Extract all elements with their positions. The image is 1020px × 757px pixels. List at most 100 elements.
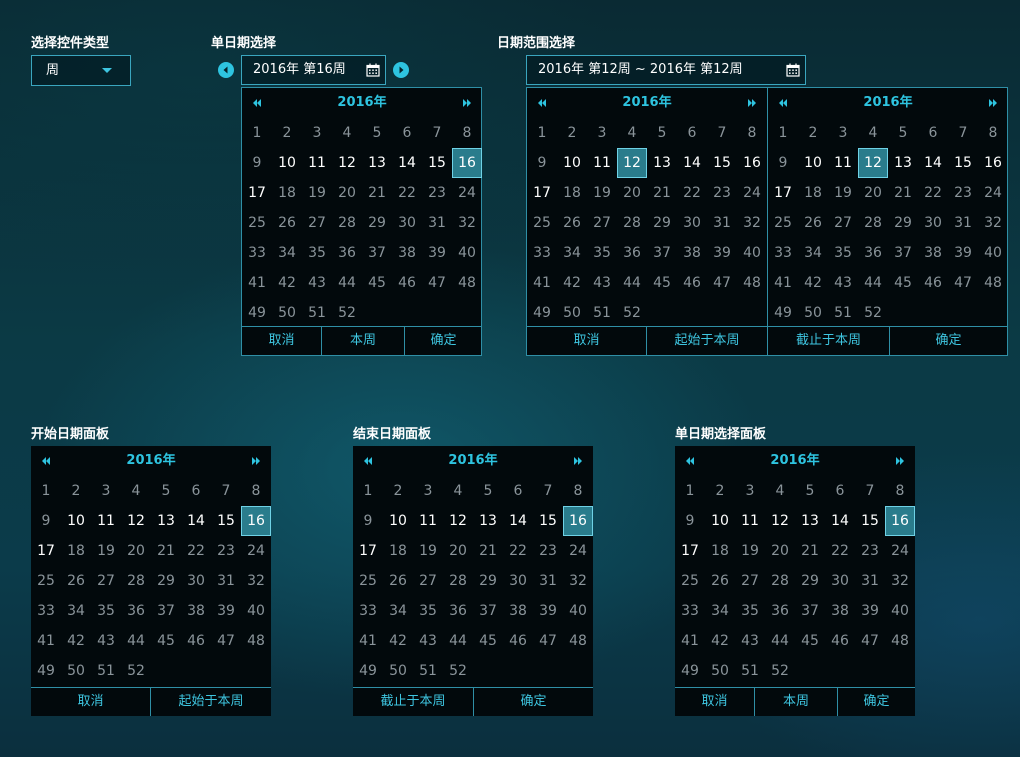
week-cell[interactable]: 13 bbox=[151, 506, 181, 536]
week-cell[interactable]: 42 bbox=[272, 268, 302, 298]
week-cell[interactable]: 33 bbox=[31, 596, 61, 626]
selected-week-cell[interactable]: 16 bbox=[241, 506, 271, 536]
week-cell[interactable]: 45 bbox=[795, 626, 825, 656]
week-cell[interactable]: 9 bbox=[527, 148, 557, 178]
week-cell[interactable]: 46 bbox=[918, 268, 948, 298]
week-cell[interactable]: 43 bbox=[91, 626, 121, 656]
week-cell[interactable]: 46 bbox=[503, 626, 533, 656]
week-cell[interactable]: 44 bbox=[443, 626, 473, 656]
week-cell[interactable]: 11 bbox=[735, 506, 765, 536]
week-cell[interactable]: 19 bbox=[735, 536, 765, 566]
week-cell[interactable]: 29 bbox=[795, 566, 825, 596]
week-cell[interactable]: 17 bbox=[353, 536, 383, 566]
week-cell[interactable]: 48 bbox=[885, 626, 915, 656]
week-cell[interactable]: 3 bbox=[587, 118, 617, 148]
cancel-button[interactable]: 取消 bbox=[31, 688, 150, 716]
week-cell[interactable]: 47 bbox=[707, 268, 737, 298]
week-cell[interactable]: 30 bbox=[825, 566, 855, 596]
week-cell[interactable]: 36 bbox=[858, 238, 888, 268]
week-cell[interactable]: 42 bbox=[557, 268, 587, 298]
end-this-week-button[interactable]: 截止于本周 bbox=[768, 327, 889, 355]
selected-week-cell[interactable]: 12 bbox=[858, 148, 888, 178]
week-cell[interactable]: 27 bbox=[587, 208, 617, 238]
week-cell[interactable]: 44 bbox=[332, 268, 362, 298]
week-cell[interactable]: 1 bbox=[527, 118, 557, 148]
week-cell[interactable]: 15 bbox=[948, 148, 978, 178]
week-cell[interactable]: 1 bbox=[675, 476, 705, 506]
week-cell[interactable]: 47 bbox=[855, 626, 885, 656]
week-cell[interactable]: 44 bbox=[858, 268, 888, 298]
week-cell[interactable]: 43 bbox=[735, 626, 765, 656]
week-cell[interactable]: 35 bbox=[302, 238, 332, 268]
week-cell[interactable]: 28 bbox=[858, 208, 888, 238]
week-cell[interactable]: 13 bbox=[473, 506, 503, 536]
week-cell[interactable]: 49 bbox=[768, 298, 798, 328]
week-cell[interactable]: 2 bbox=[383, 476, 413, 506]
week-cell[interactable]: 14 bbox=[503, 506, 533, 536]
week-cell[interactable]: 9 bbox=[768, 148, 798, 178]
week-cell[interactable]: 52 bbox=[443, 656, 473, 686]
week-cell[interactable]: 7 bbox=[707, 118, 737, 148]
week-cell[interactable]: 8 bbox=[241, 476, 271, 506]
week-cell[interactable]: 44 bbox=[121, 626, 151, 656]
selected-week-cell[interactable]: 16 bbox=[452, 148, 482, 178]
week-cell[interactable]: 11 bbox=[413, 506, 443, 536]
week-cell[interactable]: 36 bbox=[617, 238, 647, 268]
week-cell[interactable]: 21 bbox=[473, 536, 503, 566]
week-cell[interactable]: 47 bbox=[422, 268, 452, 298]
week-cell[interactable]: 43 bbox=[413, 626, 443, 656]
week-cell[interactable]: 37 bbox=[473, 596, 503, 626]
week-cell[interactable]: 12 bbox=[332, 148, 362, 178]
week-cell[interactable]: 14 bbox=[392, 148, 422, 178]
week-cell[interactable]: 4 bbox=[443, 476, 473, 506]
week-cell[interactable]: 49 bbox=[242, 298, 272, 328]
week-cell[interactable]: 33 bbox=[527, 238, 557, 268]
week-cell[interactable]: 3 bbox=[91, 476, 121, 506]
week-cell[interactable]: 34 bbox=[61, 596, 91, 626]
week-cell[interactable]: 40 bbox=[241, 596, 271, 626]
week-cell[interactable]: 40 bbox=[563, 596, 593, 626]
week-cell[interactable]: 11 bbox=[91, 506, 121, 536]
week-cell[interactable]: 8 bbox=[978, 118, 1008, 148]
week-cell[interactable]: 44 bbox=[617, 268, 647, 298]
week-cell[interactable]: 23 bbox=[211, 536, 241, 566]
week-cell[interactable]: 13 bbox=[647, 148, 677, 178]
week-cell[interactable]: 22 bbox=[677, 178, 707, 208]
week-cell[interactable]: 51 bbox=[91, 656, 121, 686]
week-cell[interactable]: 51 bbox=[302, 298, 332, 328]
week-cell[interactable]: 10 bbox=[383, 506, 413, 536]
double-right-arrow-icon[interactable] bbox=[988, 98, 998, 108]
week-cell[interactable]: 18 bbox=[557, 178, 587, 208]
week-cell[interactable]: 19 bbox=[413, 536, 443, 566]
week-cell[interactable]: 50 bbox=[705, 656, 735, 686]
week-cell[interactable]: 21 bbox=[362, 178, 392, 208]
week-cell[interactable]: 39 bbox=[211, 596, 241, 626]
week-cell[interactable]: 16 bbox=[737, 148, 767, 178]
week-cell[interactable]: 30 bbox=[677, 208, 707, 238]
week-cell[interactable]: 32 bbox=[563, 566, 593, 596]
week-cell[interactable]: 46 bbox=[392, 268, 422, 298]
week-cell[interactable]: 46 bbox=[825, 626, 855, 656]
week-cell[interactable]: 18 bbox=[272, 178, 302, 208]
week-cell[interactable]: 5 bbox=[362, 118, 392, 148]
week-cell[interactable]: 40 bbox=[452, 238, 482, 268]
week-cell[interactable]: 38 bbox=[181, 596, 211, 626]
week-cell[interactable]: 15 bbox=[533, 506, 563, 536]
week-cell[interactable]: 47 bbox=[948, 268, 978, 298]
week-cell[interactable]: 23 bbox=[707, 178, 737, 208]
week-cell[interactable]: 20 bbox=[617, 178, 647, 208]
week-cell[interactable]: 20 bbox=[332, 178, 362, 208]
week-cell[interactable]: 24 bbox=[563, 536, 593, 566]
week-cell[interactable]: 23 bbox=[855, 536, 885, 566]
week-cell[interactable]: 33 bbox=[675, 596, 705, 626]
week-cell[interactable]: 21 bbox=[647, 178, 677, 208]
week-cell[interactable]: 6 bbox=[677, 118, 707, 148]
week-cell[interactable]: 12 bbox=[443, 506, 473, 536]
week-cell[interactable]: 13 bbox=[362, 148, 392, 178]
week-cell[interactable]: 15 bbox=[707, 148, 737, 178]
week-cell[interactable]: 42 bbox=[705, 626, 735, 656]
cancel-button[interactable]: 取消 bbox=[675, 688, 754, 716]
week-cell[interactable]: 1 bbox=[31, 476, 61, 506]
double-right-arrow-icon[interactable] bbox=[251, 456, 261, 466]
week-cell[interactable]: 8 bbox=[452, 118, 482, 148]
